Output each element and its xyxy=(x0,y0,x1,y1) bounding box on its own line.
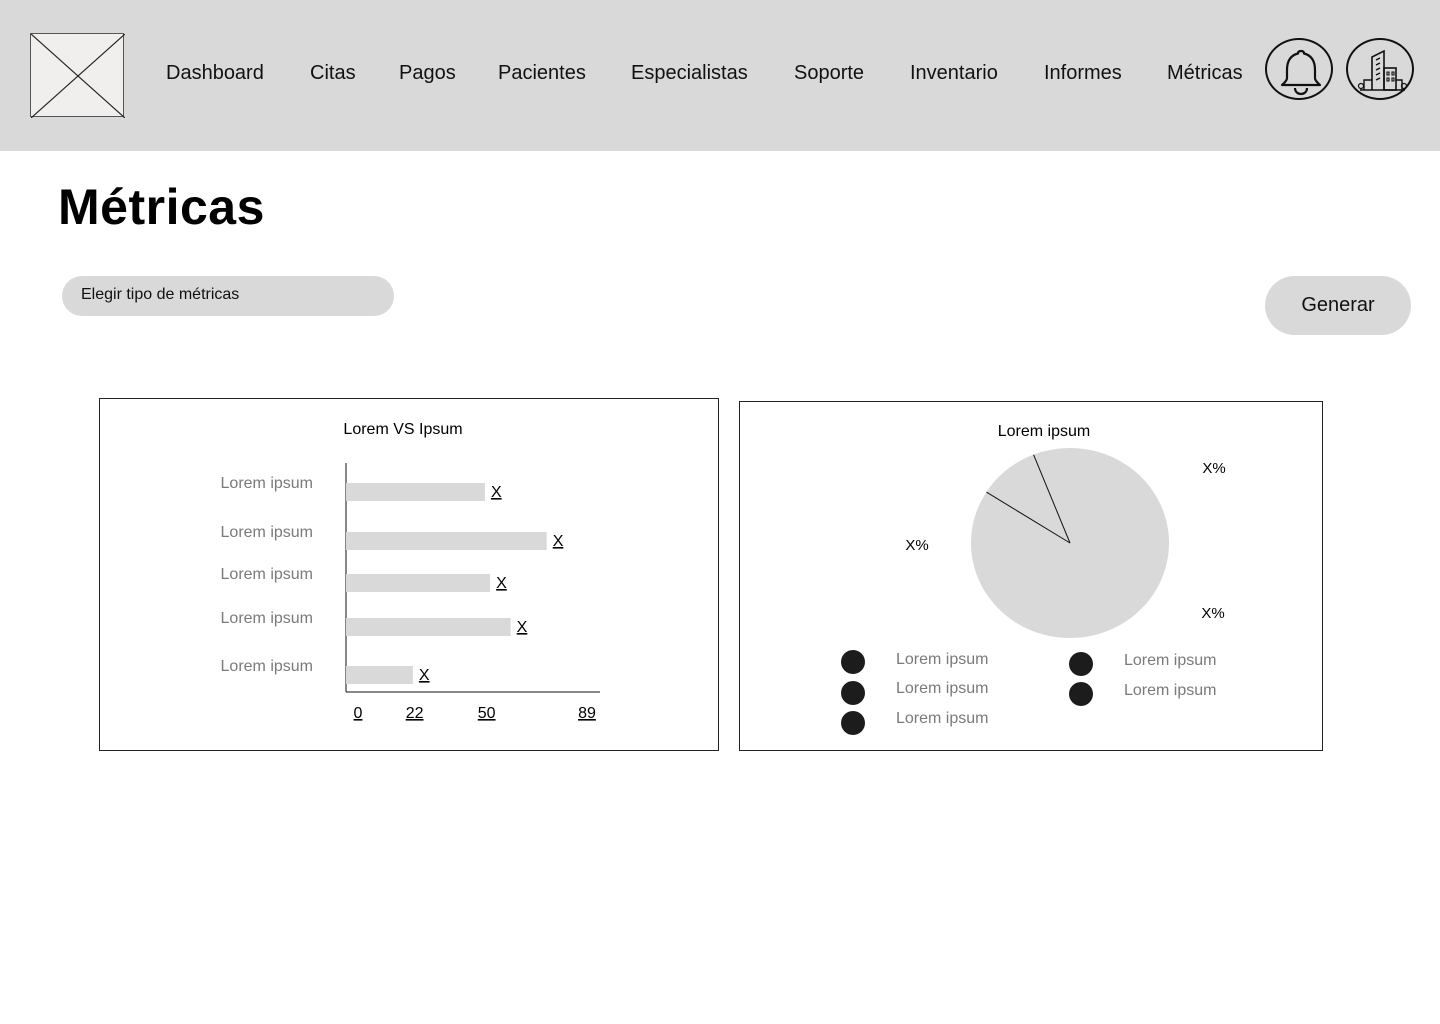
organization-button[interactable] xyxy=(1346,38,1414,100)
legend-dot xyxy=(1069,682,1093,706)
pie-slice-label: X% xyxy=(905,537,928,554)
image-placeholder-icon[interactable] xyxy=(30,33,125,118)
pie-chart: Lorem ipsum X% X% X% xyxy=(905,423,1226,638)
bar-value-label: X xyxy=(419,667,430,684)
x-tick-label: 89 xyxy=(578,705,596,722)
generate-button[interactable]: Generar xyxy=(1265,276,1411,335)
bar xyxy=(346,532,547,550)
bar xyxy=(346,483,485,501)
bar-value-label: X xyxy=(491,484,502,501)
top-navigation-bar: Dashboard Citas Pagos Pacientes Especial… xyxy=(0,0,1440,151)
bar xyxy=(346,574,491,592)
bar-value-label: X xyxy=(553,533,564,550)
pie-slice-label: X% xyxy=(1201,605,1224,622)
nav-item-pacientes[interactable]: Pacientes xyxy=(498,62,586,85)
bar-category-label: Lorem ipsum xyxy=(221,566,313,583)
logo-placeholder-graphic xyxy=(31,34,125,118)
nav-item-inventario[interactable]: Inventario xyxy=(910,62,998,85)
bar xyxy=(346,666,413,684)
x-tick-label: 50 xyxy=(478,705,496,722)
pie-slice-label: X% xyxy=(1202,460,1225,477)
x-tick-label: 22 xyxy=(406,705,424,722)
legend-label: Lorem ipsum xyxy=(896,680,989,697)
nav-item-dashboard[interactable]: Dashboard xyxy=(166,62,264,85)
page-title: Métricas xyxy=(58,179,265,235)
bar xyxy=(346,618,511,636)
bar-category-label: Lorem ipsum xyxy=(221,658,313,675)
metric-type-select[interactable]: Elegir tipo de métricas xyxy=(62,276,394,316)
bar-category-label: Lorem ipsum xyxy=(221,524,313,541)
legend-label: Lorem ipsum xyxy=(1124,652,1217,669)
legend-dot xyxy=(841,681,865,705)
legend-label: Lorem ipsum xyxy=(896,651,989,668)
bell-icon xyxy=(1280,49,1322,96)
pie-chart-panel: Lorem ipsum X% X% X% Lorem ipsum Lorem ips… xyxy=(739,401,1323,751)
bar-chart-title: Lorem VS Ipsum xyxy=(343,421,462,438)
legend-label: Lorem ipsum xyxy=(1124,682,1217,699)
nav-item-pagos[interactable]: Pagos xyxy=(399,62,456,85)
legend-dot xyxy=(1069,652,1093,676)
legend-dot xyxy=(841,711,865,735)
x-tick-label: 0 xyxy=(354,705,363,722)
nav-item-especialistas[interactable]: Especialistas xyxy=(631,62,748,85)
bar-chart: Lorem VS Ipsum Lorem ipsum X Lorem ipsum X L… xyxy=(221,421,600,722)
pie-chart-title: Lorem ipsum xyxy=(998,423,1090,440)
bar-category-label: Lorem ipsum xyxy=(221,475,313,492)
notifications-button[interactable] xyxy=(1265,38,1333,100)
bar-value-label: X xyxy=(496,575,507,592)
bar-value-label: X xyxy=(517,619,528,636)
legend-dot xyxy=(841,650,865,674)
bar-chart-panel: Lorem VS Ipsum Lorem ipsum X Lorem ipsum X L… xyxy=(99,398,719,751)
nav-item-soporte[interactable]: Soporte xyxy=(794,62,864,85)
nav-item-metricas[interactable]: Métricas xyxy=(1167,62,1243,85)
nav-item-citas[interactable]: Citas xyxy=(310,62,356,85)
bar-category-label: Lorem ipsum xyxy=(221,610,313,627)
legend-label: Lorem ipsum xyxy=(896,710,989,727)
building-icon xyxy=(1357,49,1408,91)
nav-item-informes[interactable]: Informes xyxy=(1044,62,1122,85)
